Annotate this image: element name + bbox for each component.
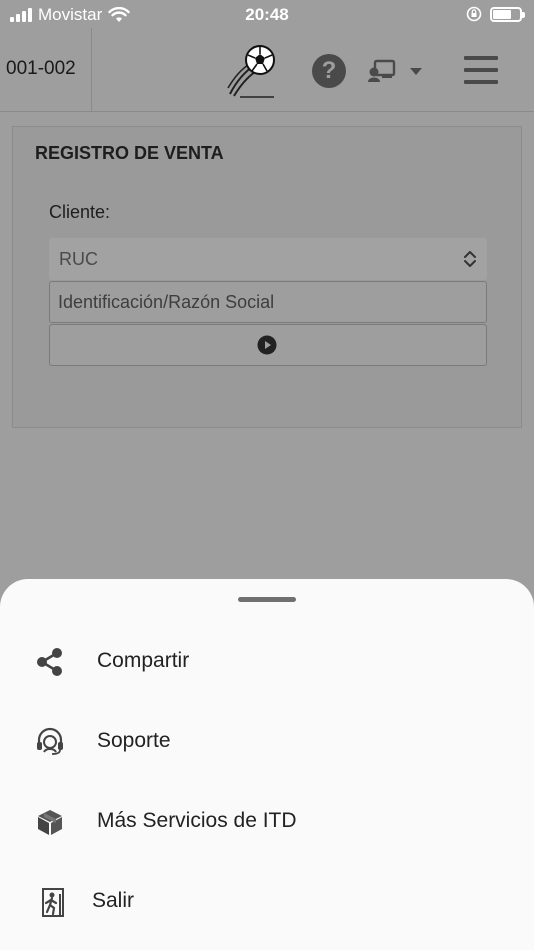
soccer-ball-logo bbox=[227, 45, 275, 98]
sale-registration-card: REGISTRO DE VENTA Cliente: RUC bbox=[12, 126, 522, 428]
sheet-item-label: Salir bbox=[92, 889, 135, 912]
branch-code: 001-002 bbox=[6, 58, 76, 79]
sheet-item-compartir[interactable]: Compartir bbox=[0, 625, 534, 695]
hamburger-menu-icon[interactable] bbox=[464, 56, 498, 86]
exit-icon bbox=[42, 888, 64, 917]
headset-icon bbox=[37, 727, 63, 755]
client-label: Cliente: bbox=[49, 202, 111, 222]
sheet-item-mas-servicios[interactable]: Más Servicios de ITD bbox=[0, 785, 534, 855]
app-header: 001-002 ? bbox=[0, 28, 534, 112]
chevron-updown-icon bbox=[464, 251, 476, 267]
card-title: REGISTRO DE VENTA bbox=[35, 143, 224, 163]
action-sheet: Compartir Soporte Más Servicios de ITD S… bbox=[0, 579, 534, 950]
header-divider bbox=[91, 28, 92, 112]
document-type-value: RUC bbox=[59, 249, 98, 269]
identification-input[interactable] bbox=[49, 281, 487, 323]
caret-down-icon bbox=[410, 68, 422, 75]
sheet-drag-handle[interactable] bbox=[238, 597, 296, 602]
share-icon bbox=[37, 648, 62, 676]
status-right bbox=[466, 6, 525, 22]
sheet-item-soporte[interactable]: Soporte bbox=[0, 705, 534, 775]
sheet-item-salir[interactable]: Salir bbox=[0, 865, 534, 935]
document-type-select[interactable]: RUC bbox=[49, 238, 487, 280]
user-menu-button[interactable] bbox=[368, 58, 426, 86]
search-client-button[interactable] bbox=[49, 324, 487, 366]
sheet-item-label: Compartir bbox=[97, 649, 190, 672]
battery-icon bbox=[490, 6, 525, 22]
sheet-item-label: Soporte bbox=[97, 729, 171, 752]
play-circle-icon bbox=[257, 335, 277, 355]
status-bar: Movistar 20:48 bbox=[0, 0, 534, 30]
sheet-item-label: Más Servicios de ITD bbox=[97, 809, 297, 832]
status-time: 20:48 bbox=[245, 5, 289, 24]
help-button[interactable]: ? bbox=[312, 54, 346, 88]
orientation-lock-icon bbox=[466, 6, 482, 22]
package-icon bbox=[38, 810, 62, 835]
